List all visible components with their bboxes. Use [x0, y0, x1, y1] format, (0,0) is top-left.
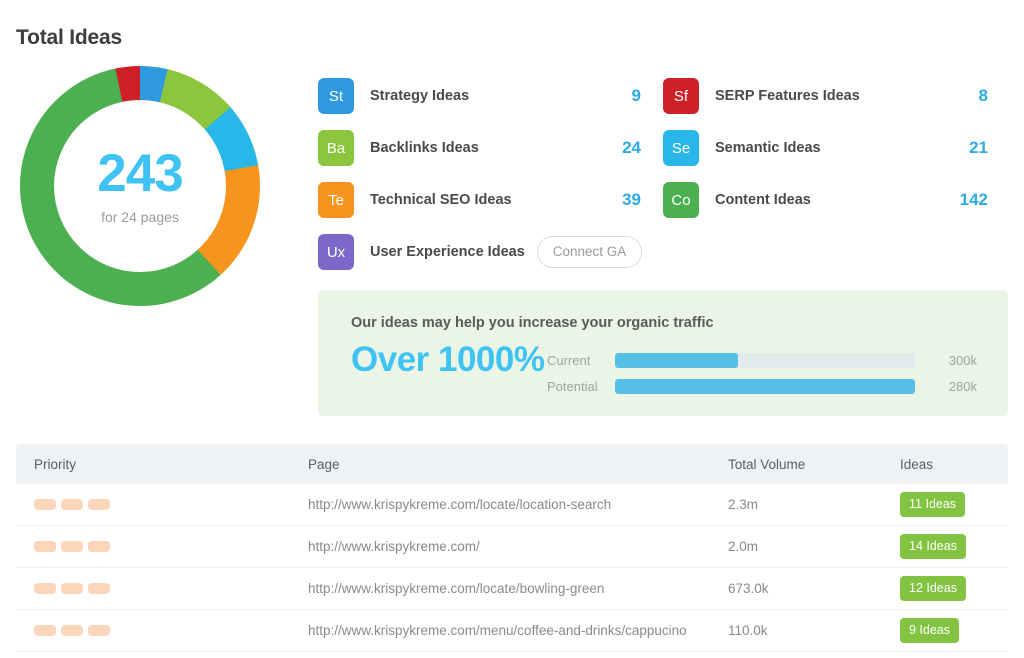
traffic-bar-label: Current	[547, 352, 591, 368]
column-header-total-volume: Total Volume	[728, 456, 806, 472]
promo-growth-value: Over 1000%	[351, 340, 545, 379]
legend-label: Content Ideas	[715, 192, 811, 208]
column-header-ideas: Ideas	[900, 456, 934, 472]
cell-page-url[interactable]: http://www.krispykreme.com/menu/coffee-a…	[308, 623, 728, 638]
cell-ideas: 11 Ideas	[900, 492, 1008, 517]
legend-row: Ux User Experience Ideas Connect GA	[318, 226, 663, 278]
table-row[interactable]: http://www.krispykreme.com/2.0m 14 Ideas	[16, 526, 1008, 568]
legend-value: 9	[631, 86, 641, 105]
traffic-bar-row: Potential 280k	[547, 373, 977, 399]
legend-badge-icon: St	[318, 78, 354, 114]
traffic-bar-value: 300k	[948, 352, 977, 368]
total-ideas-donut-chart: 243 for 24 pages	[20, 66, 260, 306]
legend-label: Backlinks Ideas	[370, 140, 479, 156]
legend-column-right: Sf SERP Features Ideas 8 Se Semantic Ideas 21…	[663, 70, 1008, 278]
priority-block	[61, 625, 83, 636]
cell-page-url[interactable]: http://www.krispykreme.com/locate/bowlin…	[308, 581, 728, 596]
legend-value: 8	[978, 86, 988, 105]
traffic-comparison-bars: Current 300k Potential 280k	[547, 347, 977, 399]
cell-total-volume: 2.3m	[728, 497, 759, 512]
ideas-count-badge[interactable]: 12 Ideas	[900, 576, 966, 601]
priority-indicator	[34, 625, 308, 636]
donut-subtitle: for 24 pages	[101, 209, 179, 225]
table-header-row: Priority Page Total Volume Ideas	[16, 444, 1008, 484]
legend-row: Co Content Ideas 142	[663, 174, 1008, 226]
cell-priority	[16, 625, 308, 636]
priority-block	[88, 583, 110, 594]
priority-block	[34, 625, 56, 636]
legend-row: Se Semantic Ideas 21	[663, 122, 1008, 174]
priority-block	[34, 583, 56, 594]
table-row[interactable]: http://www.krispykreme.com/locate/locati…	[16, 484, 1008, 526]
legend-label: Semantic Ideas	[715, 140, 821, 156]
legend-label: User Experience Ideas	[370, 244, 525, 260]
ideas-count-badge[interactable]: 9 Ideas	[900, 618, 960, 643]
table-body: http://www.krispykreme.com/locate/locati…	[16, 484, 1008, 652]
traffic-bar-row: Current 300k	[547, 347, 977, 373]
pages-ideas-table: Priority Page Total Volume Ideas http://…	[16, 444, 1008, 652]
ideas-legend: St Strategy Ideas 9 Ba Backlinks Ideas 24 Te Te…	[318, 70, 1008, 278]
table-row[interactable]: http://www.krispykreme.com/menu/coffee-a…	[16, 610, 1008, 652]
legend-label: SERP Features Ideas	[715, 88, 860, 104]
legend-badge-icon: Sf	[663, 78, 699, 114]
cell-total-volume: 673.0k	[728, 581, 769, 596]
traffic-bar-value: 280k	[948, 378, 977, 394]
priority-indicator	[34, 541, 308, 552]
priority-block	[88, 499, 110, 510]
traffic-bar-fill	[615, 378, 915, 394]
traffic-bar-fill	[615, 352, 738, 368]
priority-block	[61, 583, 83, 594]
cell-priority	[16, 499, 308, 510]
legend-value: 39	[622, 190, 641, 209]
column-header-page: Page	[308, 456, 340, 472]
priority-block	[34, 499, 56, 510]
priority-block	[88, 625, 110, 636]
table-row[interactable]: http://www.krispykreme.com/locate/bowlin…	[16, 568, 1008, 610]
page-title: Total Ideas	[16, 26, 122, 49]
traffic-bar-track	[615, 352, 915, 368]
traffic-bar-label: Potential	[547, 378, 598, 394]
legend-badge-icon: Se	[663, 130, 699, 166]
cell-priority	[16, 541, 308, 552]
legend-row: Sf SERP Features Ideas 8	[663, 70, 1008, 122]
connect-ga-button[interactable]: Connect GA	[536, 236, 643, 268]
legend-row: Te Technical SEO Ideas 39	[318, 174, 663, 226]
legend-badge-icon: Te	[318, 182, 354, 218]
legend-label: Strategy Ideas	[370, 88, 470, 104]
cell-priority	[16, 583, 308, 594]
cell-ideas: 9 Ideas	[900, 618, 1008, 643]
cell-page-url[interactable]: http://www.krispykreme.com/	[308, 539, 728, 554]
legend-label: Technical SEO Ideas	[370, 192, 512, 208]
priority-block	[61, 499, 83, 510]
legend-value: 24	[622, 138, 641, 157]
cell-total-volume: 2.0m	[728, 539, 759, 554]
priority-indicator	[34, 583, 308, 594]
legend-badge-icon: Ba	[318, 130, 354, 166]
organic-traffic-promo-panel: Our ideas may help you increase your org…	[318, 290, 1008, 416]
cell-page-url[interactable]: http://www.krispykreme.com/locate/locati…	[308, 497, 728, 512]
legend-row: St Strategy Ideas 9	[318, 70, 663, 122]
donut-total-value: 243	[97, 144, 183, 203]
cell-ideas: 12 Ideas	[900, 576, 1008, 601]
legend-column-left: St Strategy Ideas 9 Ba Backlinks Ideas 24 Te Te…	[318, 70, 663, 278]
column-header-priority: Priority	[34, 456, 77, 472]
promo-headline: Our ideas may help you increase your org…	[351, 315, 714, 331]
legend-badge-icon: Ux	[318, 234, 354, 270]
priority-block	[34, 541, 56, 552]
legend-value: 142	[959, 190, 988, 209]
legend-badge-icon: Co	[663, 182, 699, 218]
cell-total-volume: 110.0k	[728, 623, 768, 638]
donut-center: 243 for 24 pages	[54, 100, 226, 272]
priority-block	[61, 541, 83, 552]
ideas-count-badge[interactable]: 14 Ideas	[900, 534, 966, 559]
traffic-bar-track	[615, 378, 915, 394]
cell-ideas: 14 Ideas	[900, 534, 1008, 559]
legend-row: Ba Backlinks Ideas 24	[318, 122, 663, 174]
priority-indicator	[34, 499, 308, 510]
priority-block	[88, 541, 110, 552]
ideas-count-badge[interactable]: 11 Ideas	[900, 492, 966, 517]
legend-value: 21	[969, 138, 988, 157]
